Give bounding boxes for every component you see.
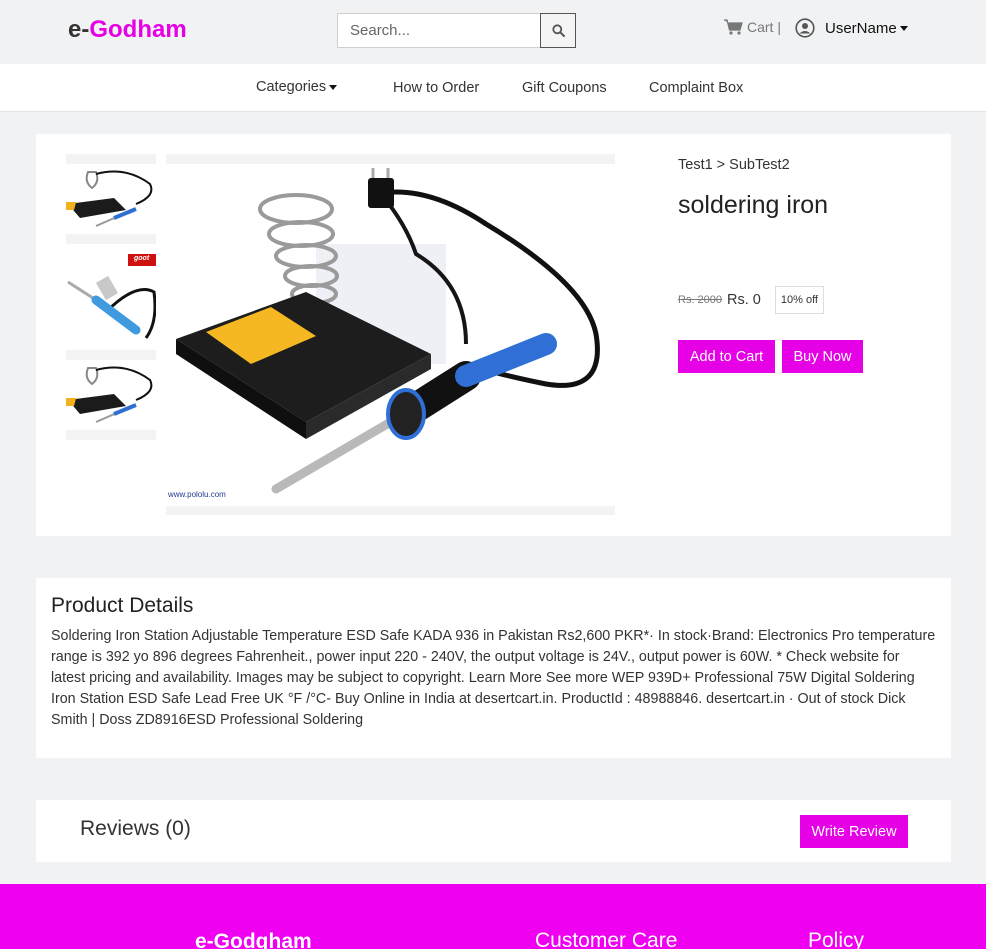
nav-gift-coupons[interactable]: Gift Coupons (522, 80, 607, 96)
user-circle-icon (795, 18, 815, 38)
details-heading: Product Details (51, 594, 194, 617)
soldering-iron-image (66, 252, 156, 342)
cart-link[interactable]: Cart | (724, 19, 781, 35)
footer-brand: e-Godgham (195, 930, 312, 949)
nav-categories[interactable]: Categories (256, 79, 338, 95)
logo-prefix: e- (68, 16, 90, 43)
nav-how-to-order[interactable]: How to Order (393, 80, 479, 96)
discount-badge: 10% off (774, 286, 824, 314)
product-title: soldering iron (678, 191, 829, 219)
user-name: UserName (825, 20, 908, 37)
product-thumbnail-3[interactable] (66, 350, 156, 440)
cart-label: Cart | (747, 19, 781, 35)
site-logo[interactable]: e-Godham (68, 16, 187, 44)
nav-complaint-box[interactable]: Complaint Box (649, 80, 743, 96)
reviews-heading: Reviews (0) (80, 817, 191, 840)
price-row: Rs. 2000 Rs. 0 10% off (678, 286, 824, 314)
search-input[interactable] (337, 13, 540, 48)
soldering-station-image (66, 360, 156, 430)
caret-down-icon (329, 84, 338, 90)
thumb-badge: goot (134, 255, 150, 262)
details-description: Soldering Iron Station Adjustable Temper… (51, 628, 936, 728)
write-review-button[interactable]: Write Review (800, 815, 908, 848)
buy-now-button[interactable]: Buy Now (782, 340, 863, 373)
search-icon (551, 24, 565, 37)
image-watermark: www.pololu.com (168, 490, 226, 499)
user-menu[interactable]: UserName (795, 18, 908, 38)
breadcrumb[interactable]: Test1 > SubTest2 (678, 157, 790, 173)
soldering-station-image (66, 164, 156, 234)
product-main-image[interactable]: www.pololu.com (166, 154, 615, 515)
soldering-station-image (176, 168, 600, 494)
footer-policy: Policy (808, 929, 865, 949)
footer-customer-care: Customer Care (535, 929, 678, 949)
reviews-card: Reviews (0) Write Review (36, 800, 951, 862)
cart-icon (724, 19, 743, 35)
product-card: goot www.pololu.com Test1 > SubTest2 sol… (36, 134, 951, 536)
logo-name: Godham (89, 16, 187, 43)
current-price: Rs. 0 (727, 292, 761, 308)
old-price: Rs. 2000 (678, 294, 723, 306)
search-bar (337, 13, 576, 48)
top-header: e-Godham Cart | UserName (0, 0, 986, 64)
product-thumbnail-2[interactable]: goot (66, 252, 156, 342)
main-nav: Categories How to Order Gift Coupons Com… (0, 64, 986, 112)
product-details-card: Product Details Soldering Iron Station A… (36, 578, 951, 758)
site-footer: e-Godgham Customer Care Policy (0, 884, 986, 949)
caret-down-icon (899, 26, 908, 32)
search-button[interactable] (540, 13, 576, 48)
product-thumbnail-1[interactable] (66, 154, 156, 244)
add-to-cart-button[interactable]: Add to Cart (678, 340, 775, 373)
